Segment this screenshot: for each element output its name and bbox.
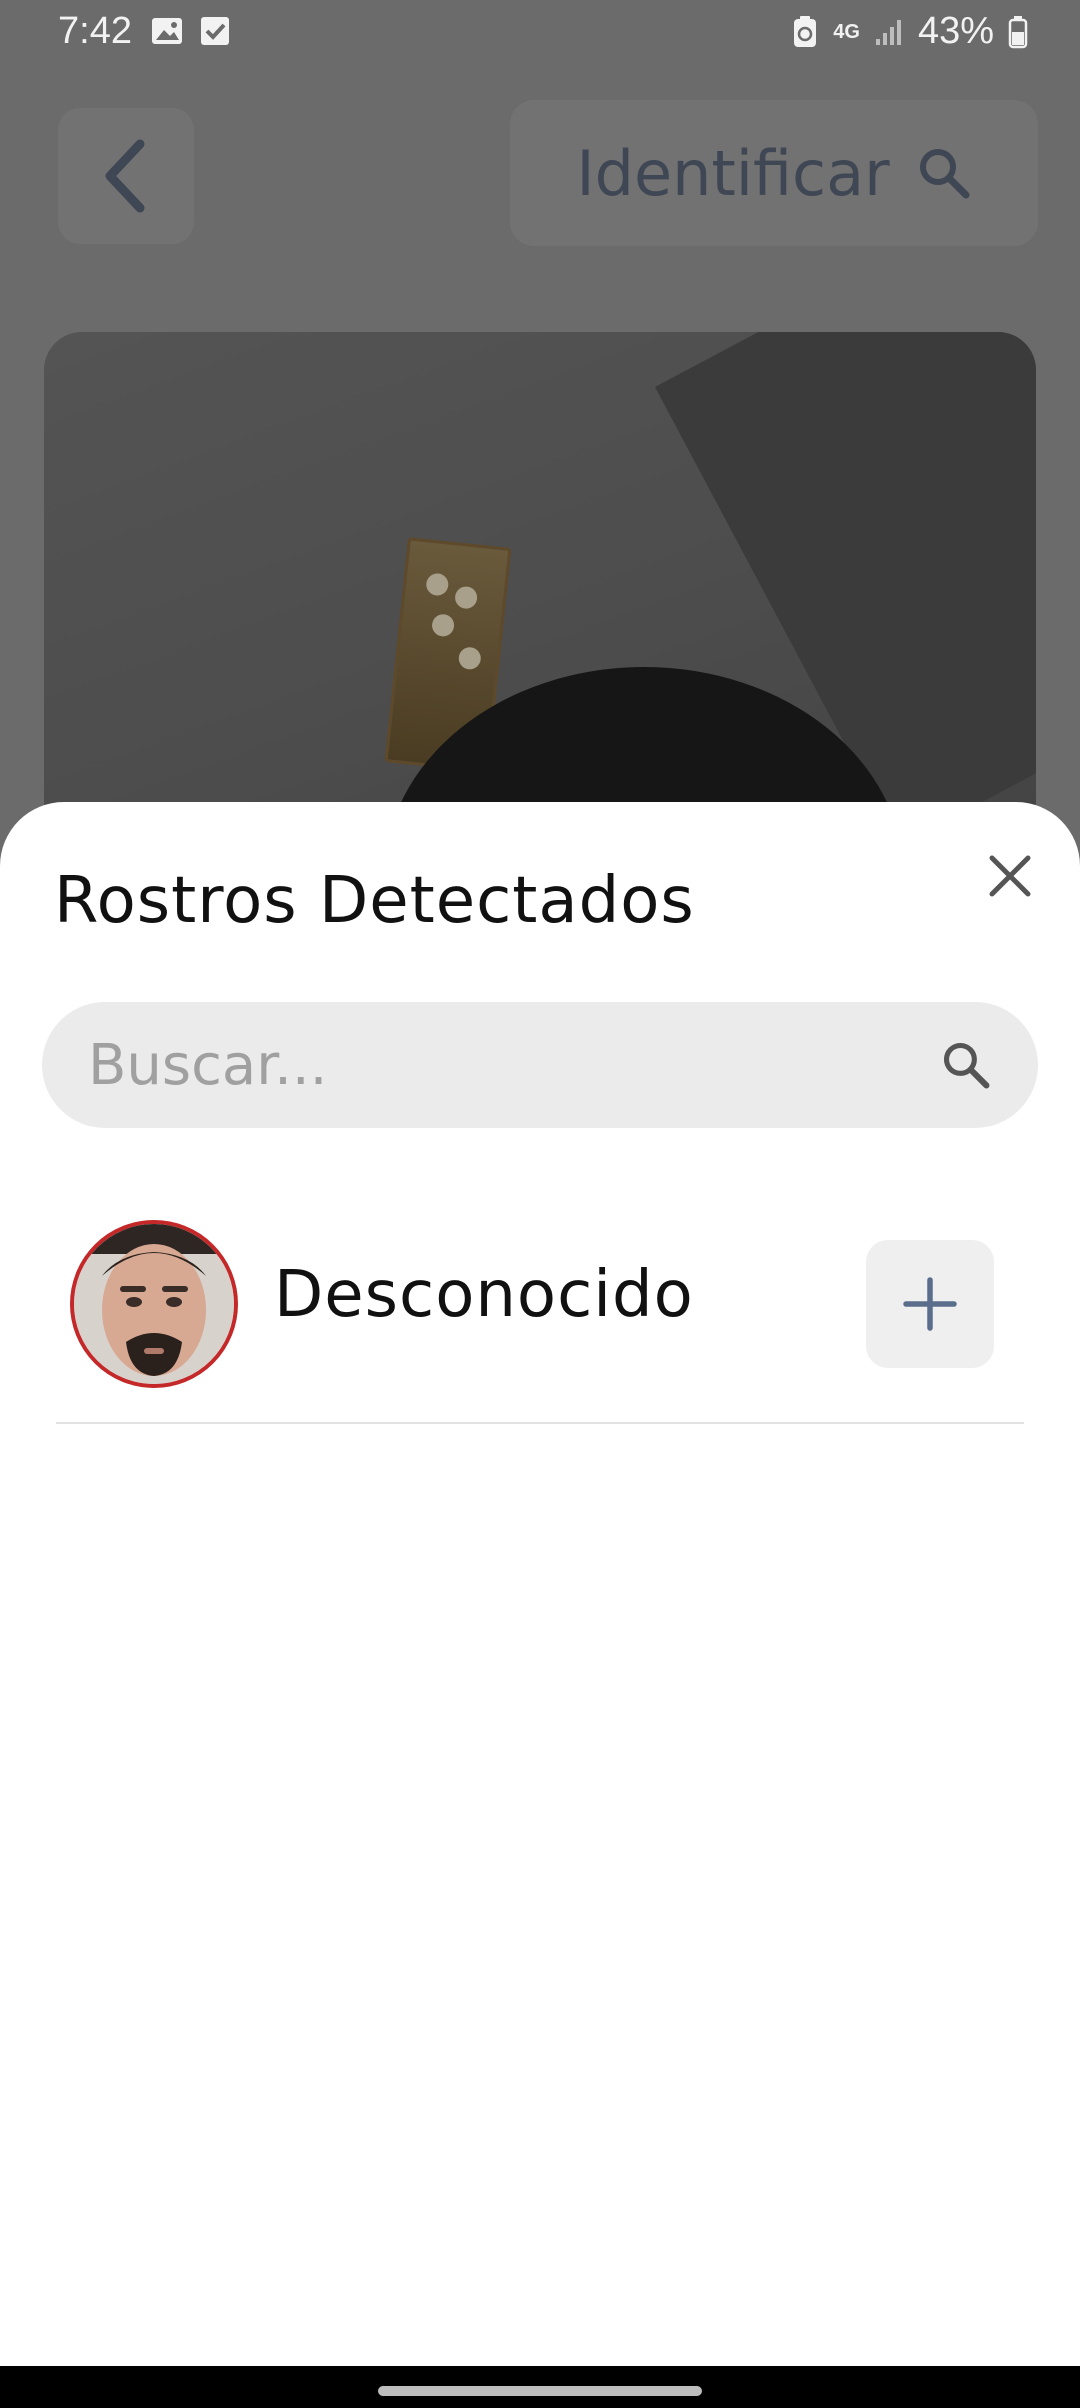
home-indicator[interactable] — [378, 2386, 702, 2396]
face-name: Desconocido — [274, 1258, 694, 1332]
checkbox-icon — [201, 17, 229, 45]
search-input[interactable] — [86, 1031, 940, 1099]
detected-faces-sheet: Rostros Detectados Buscar... Desconocido — [0, 802, 1080, 2366]
signal-icon — [875, 19, 901, 45]
battery-icon — [1008, 15, 1028, 48]
sheet-title: Rostros Detectados — [54, 864, 695, 938]
battery-percentage: 43% — [917, 10, 994, 52]
identify-button[interactable]: Identificar — [510, 100, 1038, 246]
navigation-bar — [0, 2366, 1080, 2408]
close-icon — [989, 855, 1031, 897]
face-list: Desconocido — [56, 1212, 1024, 1424]
status-bar: 7:42 4G 43% — [0, 0, 1080, 64]
battery-saver-icon — [794, 15, 817, 47]
close-button[interactable] — [978, 844, 1042, 908]
add-person-button[interactable] — [866, 1240, 994, 1368]
plus-icon — [903, 1277, 957, 1331]
gallery-icon — [152, 18, 182, 44]
list-item[interactable]: Desconocido — [56, 1212, 1024, 1424]
status-time: 7:42 — [58, 10, 132, 52]
chevron-left-icon — [105, 139, 145, 213]
search-box[interactable] — [42, 1002, 1038, 1128]
back-button[interactable] — [58, 108, 194, 244]
avatar — [70, 1220, 238, 1388]
search-icon[interactable] — [940, 1039, 992, 1091]
network-4g-icon: 4G — [833, 20, 860, 43]
identify-label: Identificar — [576, 136, 890, 210]
search-icon — [919, 149, 970, 199]
